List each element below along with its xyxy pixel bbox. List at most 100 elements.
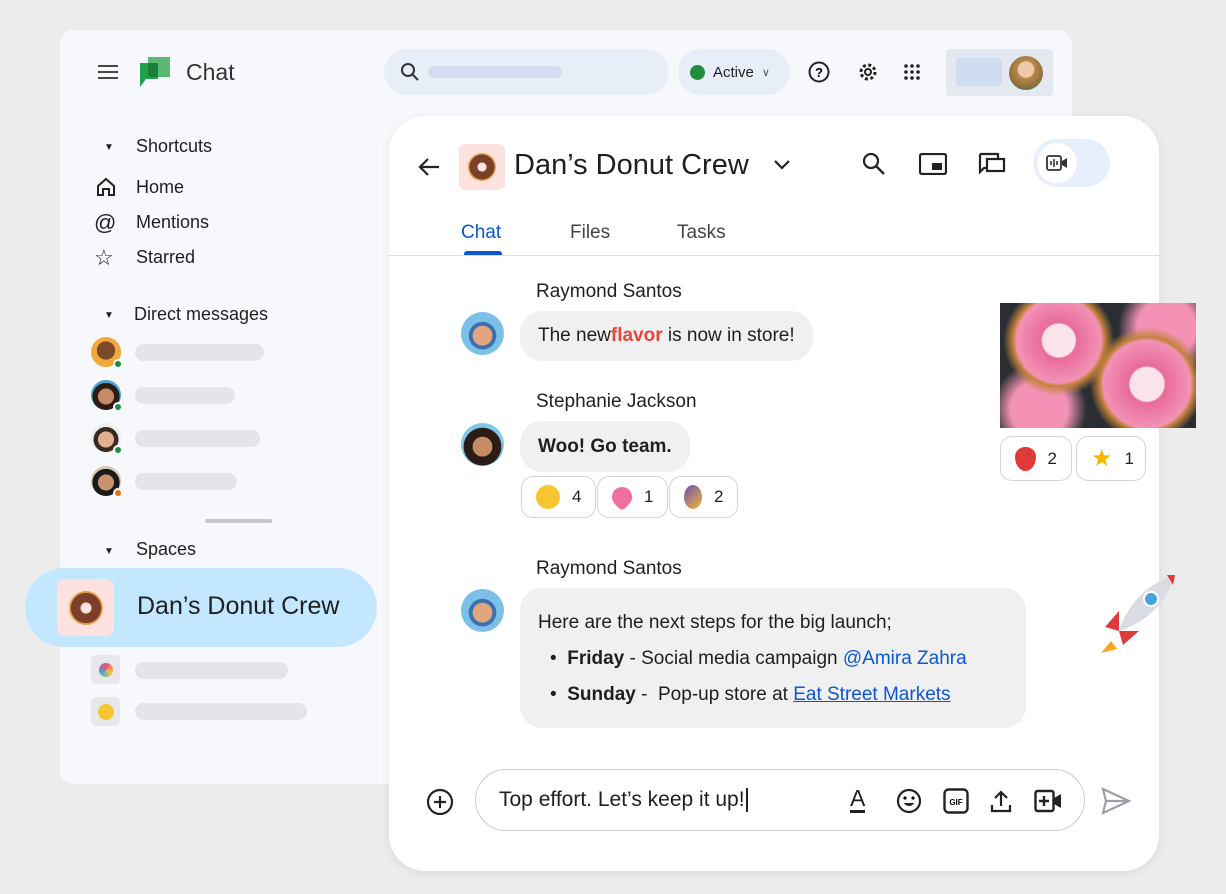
message-bubble: The new flavor is now in store! xyxy=(520,311,813,361)
back-arrow-icon[interactable] xyxy=(417,156,441,183)
space-name-placeholder[interactable] xyxy=(135,662,288,679)
apps-grid-icon[interactable] xyxy=(904,64,920,85)
status-dropdown[interactable]: Active ∨ xyxy=(678,49,790,95)
tab-tasks[interactable]: Tasks xyxy=(677,222,726,244)
dm-header[interactable]: Direct messages xyxy=(134,304,268,325)
chevron-down-icon[interactable] xyxy=(773,158,791,176)
dm-name-placeholder xyxy=(135,344,264,361)
add-icon[interactable] xyxy=(426,788,454,821)
search-bar[interactable] xyxy=(384,49,669,95)
heart-icon xyxy=(607,482,637,512)
donut-photo[interactable] xyxy=(1000,303,1196,428)
svg-text:?: ? xyxy=(815,65,823,80)
help-icon[interactable]: ? xyxy=(808,61,830,83)
dm-item[interactable] xyxy=(91,423,123,455)
reaction-chip[interactable]: ★ 1 xyxy=(1076,436,1146,481)
dm-avatar xyxy=(91,337,123,369)
spaces-header[interactable]: Spaces xyxy=(136,539,196,560)
shortcuts-header[interactable]: Shortcuts xyxy=(136,136,212,157)
message-text: Here are the next steps for the big laun… xyxy=(538,612,892,633)
dm-item[interactable] xyxy=(91,337,123,369)
meet-icon xyxy=(1037,143,1077,183)
message-text: is now in store! xyxy=(662,325,795,346)
video-call-button[interactable] xyxy=(1033,139,1110,187)
svg-text:GIF: GIF xyxy=(949,798,962,807)
message-input-text[interactable]: Top effort. Let’s keep it up! xyxy=(499,788,748,812)
tab-chat[interactable]: Chat xyxy=(461,222,501,244)
dancer-icon xyxy=(684,485,702,509)
star-icon: ★ xyxy=(1091,445,1113,472)
reaction-count: 2 xyxy=(1047,448,1057,468)
reaction-chip[interactable]: 2 xyxy=(1000,436,1072,481)
message-sender: Stephanie Jackson xyxy=(536,391,697,412)
lollipop-icon xyxy=(91,655,120,684)
at-icon: @ xyxy=(94,210,117,235)
user-avatar[interactable] xyxy=(1009,56,1043,90)
chevron-down-icon: ∨ xyxy=(761,66,770,79)
party-face-icon xyxy=(536,485,560,509)
threads-icon[interactable] xyxy=(978,152,1006,181)
sender-avatar[interactable] xyxy=(461,423,504,466)
reaction-chip[interactable]: 1 xyxy=(597,476,669,518)
dm-item[interactable] xyxy=(91,380,123,412)
picture-in-picture-icon[interactable] xyxy=(918,152,948,180)
gif-icon[interactable]: GIF xyxy=(943,788,969,819)
sidebar-item-mentions[interactable]: Mentions xyxy=(136,212,209,233)
chat-logo-icon xyxy=(140,57,172,94)
dm-name-placeholder xyxy=(135,473,237,490)
space-panel: Dan’s Donut Crew Chat Files Tasks Raymon… xyxy=(389,116,1196,871)
strawberry-icon xyxy=(1015,446,1036,471)
collapse-shortcuts-icon[interactable]: ▼ xyxy=(104,142,114,153)
divider xyxy=(389,255,1159,256)
message-bubble: Woo! Go team. xyxy=(520,421,690,472)
format-text-icon[interactable]: A xyxy=(850,786,866,813)
account-placeholder xyxy=(956,58,1002,86)
home-icon xyxy=(96,177,116,202)
settings-gear-icon[interactable] xyxy=(857,61,879,83)
account-area[interactable] xyxy=(946,49,1053,96)
sender-avatar[interactable] xyxy=(461,312,504,355)
mention-link[interactable]: @Amira Zahra xyxy=(843,648,967,669)
emoji-icon[interactable] xyxy=(896,788,922,819)
dm-avatar xyxy=(91,380,123,412)
reaction-chip[interactable]: 4 xyxy=(521,476,597,518)
reaction-count: 2 xyxy=(714,487,724,506)
status-label: Active xyxy=(713,63,754,81)
reaction-count: 4 xyxy=(572,487,582,506)
reaction-chip[interactable]: 2 xyxy=(669,476,739,518)
donut-icon xyxy=(57,579,114,636)
resize-handle[interactable] xyxy=(205,519,272,523)
bullet-day: Friday xyxy=(567,648,625,669)
reaction-count: 1 xyxy=(1124,448,1134,468)
donut-icon xyxy=(459,144,505,190)
menu-icon[interactable] xyxy=(96,60,120,84)
dm-avatar xyxy=(91,423,123,455)
space-item-active[interactable]: Dan’s Donut Crew xyxy=(25,568,377,647)
message-sender: Raymond Santos xyxy=(536,558,682,579)
location-link[interactable]: Eat Street Markets xyxy=(793,684,950,705)
message-bubble: Here are the next steps for the big laun… xyxy=(520,588,1026,728)
search-icon[interactable] xyxy=(862,152,886,181)
collapse-dm-icon[interactable]: ▼ xyxy=(104,310,114,321)
bullet-text: - Pop-up store at xyxy=(635,684,794,705)
dm-name-placeholder xyxy=(135,387,235,404)
list-item: • Sunday - Pop-up store at Eat Street Ma… xyxy=(550,684,951,705)
bullet-day: Sunday xyxy=(567,684,636,705)
upload-icon[interactable] xyxy=(990,789,1012,818)
video-add-icon[interactable] xyxy=(1034,789,1062,818)
sidebar-item-home[interactable]: Home xyxy=(136,177,184,198)
reaction-count: 1 xyxy=(644,487,654,506)
bullet-text: - Social media campaign xyxy=(624,648,843,669)
collapse-spaces-icon[interactable]: ▼ xyxy=(104,546,114,557)
message-input[interactable]: Top effort. Let’s keep it up! A GIF xyxy=(475,769,1085,831)
list-item: • Friday - Social media campaign @Amira … xyxy=(550,648,967,669)
message-sender: Raymond Santos xyxy=(536,281,682,302)
sender-avatar[interactable] xyxy=(461,589,504,632)
space-title[interactable]: Dan’s Donut Crew xyxy=(514,149,749,182)
party-face-icon xyxy=(91,697,120,726)
send-icon[interactable] xyxy=(1101,787,1132,820)
sidebar-item-starred[interactable]: Starred xyxy=(136,247,195,268)
tab-files[interactable]: Files xyxy=(570,222,610,244)
dm-item[interactable] xyxy=(91,466,123,498)
space-name-placeholder[interactable] xyxy=(135,703,307,720)
